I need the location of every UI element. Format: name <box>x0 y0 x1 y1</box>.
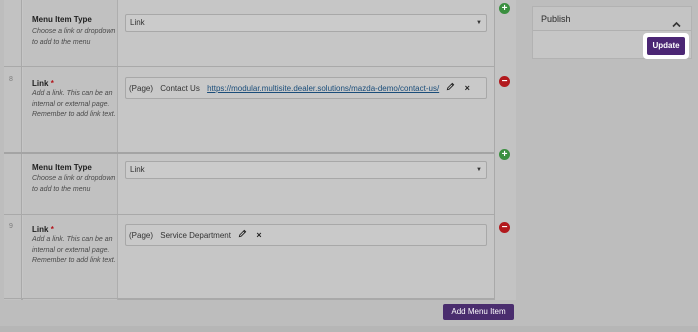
page-type-tag: (Page) <box>129 84 154 93</box>
dropdown-arrow-icon: ▼ <box>476 167 482 173</box>
footer-strip <box>0 326 698 332</box>
link-field[interactable]: (Page) Contact Us https://modular.multis… <box>125 77 487 99</box>
update-button-highlight: Update <box>643 33 689 59</box>
menu-item-type-label: Menu Item Type <box>32 15 92 24</box>
pencil-icon[interactable] <box>446 79 455 98</box>
pencil-icon[interactable] <box>238 226 247 245</box>
required-marker: * <box>50 79 54 88</box>
field-divider <box>4 214 494 215</box>
link-label-text: Link <box>32 79 49 88</box>
row-number: 8 <box>9 76 13 83</box>
add-row-icon[interactable]: + <box>499 3 510 14</box>
field-divider <box>4 298 494 299</box>
remove-row-icon[interactable]: − <box>499 76 510 87</box>
link-label-text: Link <box>32 225 49 234</box>
menu-item-type-value: Link <box>130 165 145 174</box>
menu-item-type-select[interactable]: Link ▼ <box>125 161 487 179</box>
chevron-up-icon[interactable] <box>672 15 681 33</box>
add-row-icon[interactable]: + <box>499 149 510 160</box>
remove-link-icon[interactable]: × <box>465 83 470 93</box>
menu-item-type-description: Choose a link or dropdown to add to the … <box>32 175 116 193</box>
page-name: Contact Us <box>160 84 200 93</box>
row-index-column <box>4 0 22 300</box>
page-type-tag: (Page) <box>129 231 154 240</box>
link-url[interactable]: https://modular.multisite.dealer.solutio… <box>207 84 439 93</box>
link-field[interactable]: (Page) Service Department × <box>125 224 487 246</box>
page-name: Service Department <box>160 231 231 240</box>
link-description: Add a link. This can be an internal or e… <box>32 236 116 264</box>
row-number: 9 <box>9 223 13 230</box>
publish-title: Publish <box>541 14 571 24</box>
dropdown-arrow-icon: ▼ <box>476 20 482 26</box>
publish-header[interactable]: Publish <box>533 7 691 31</box>
link-description: Add a link. This can be an internal or e… <box>32 90 116 118</box>
update-button[interactable]: Update <box>647 37 685 55</box>
field-divider <box>4 66 494 67</box>
link-label: Link * <box>32 225 54 234</box>
remove-row-icon[interactable]: − <box>499 222 510 233</box>
menu-item-type-description: Choose a link or dropdown to add to the … <box>32 28 116 46</box>
remove-link-icon[interactable]: × <box>256 230 261 240</box>
menu-item-type-value: Link <box>130 18 145 27</box>
add-menu-item-button[interactable]: Add Menu Item <box>443 304 514 320</box>
menu-item-type-label: Menu Item Type <box>32 163 92 172</box>
row-divider <box>4 152 494 154</box>
menu-item-type-select[interactable]: Link ▼ <box>125 14 487 32</box>
link-label: Link * <box>32 79 54 88</box>
required-marker: * <box>50 225 54 234</box>
